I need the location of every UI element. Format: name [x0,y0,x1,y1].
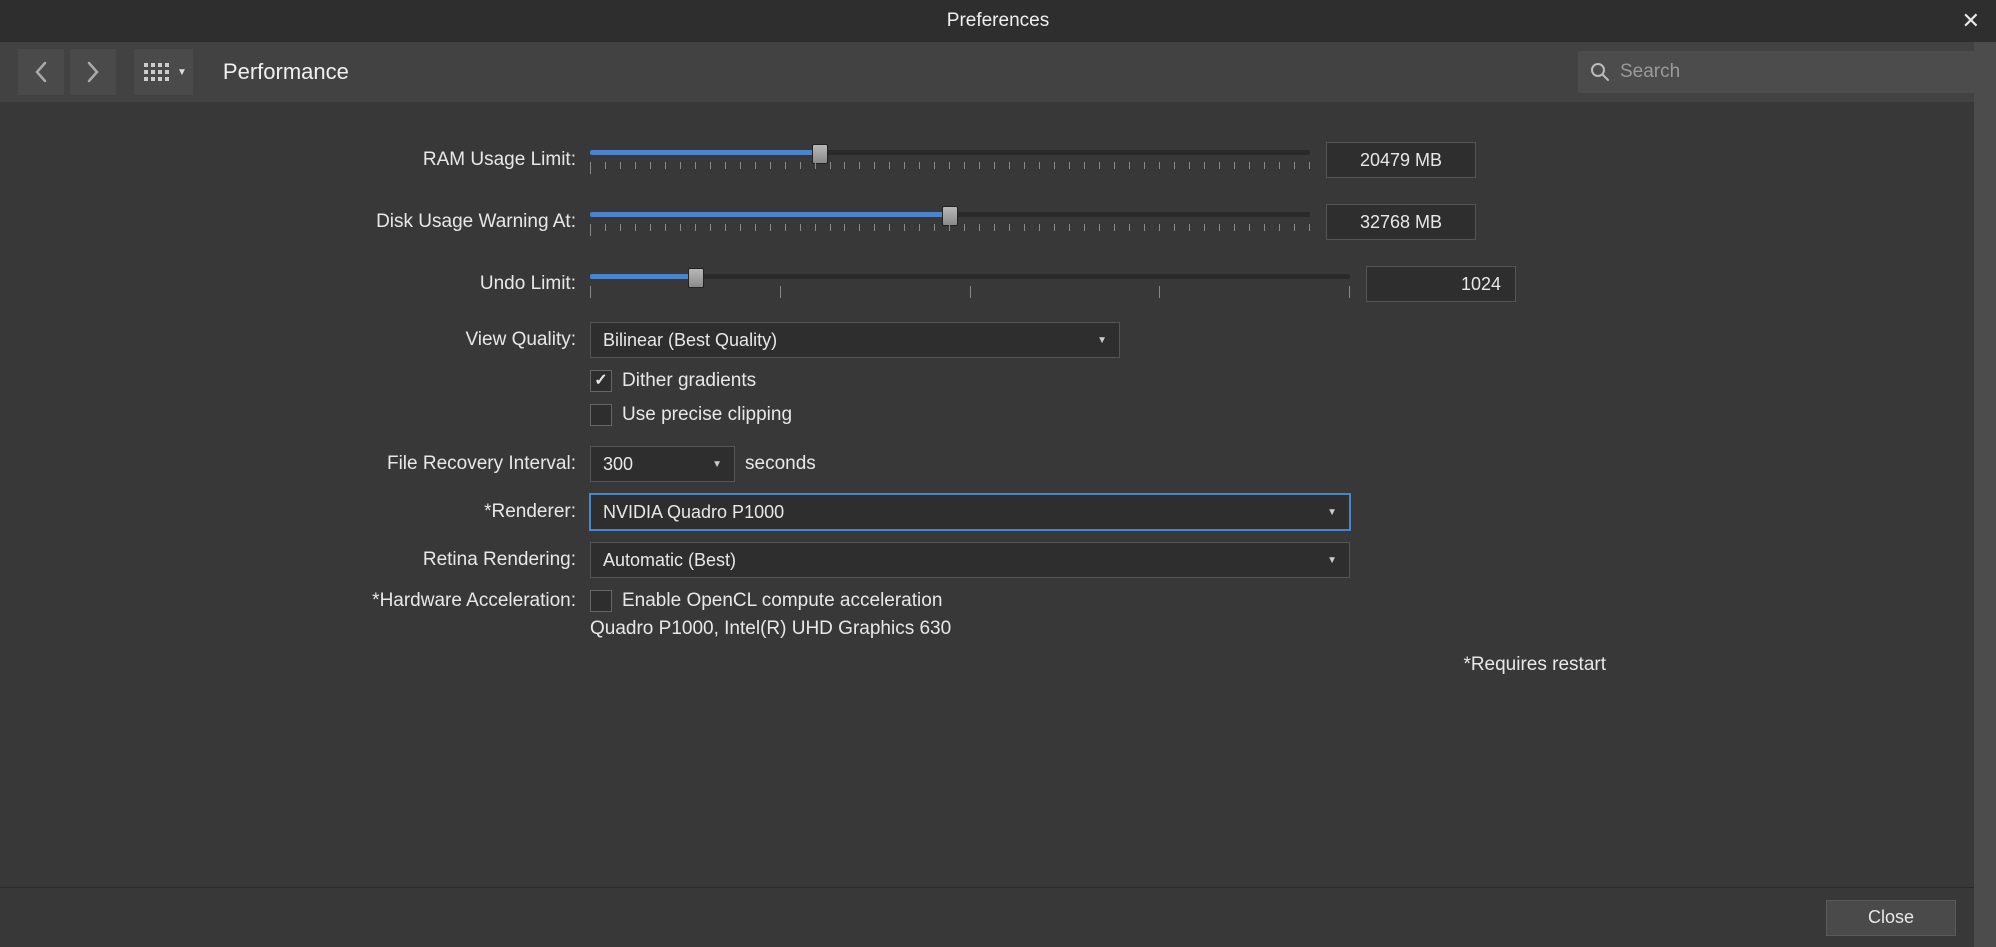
chevron-down-icon: ▼ [177,67,187,78]
slider-ticks [590,162,1310,174]
file-recovery-unit: seconds [745,453,816,475]
grid-menu-button[interactable]: ▼ [134,49,193,95]
close-button[interactable]: Close [1826,900,1956,936]
chevron-down-icon: ▼ [712,459,722,470]
view-quality-label: View Quality: [40,329,590,351]
titlebar: Preferences ✕ [0,0,1996,42]
undo-limit-value[interactable]: 1024 [1366,266,1516,302]
disk-warning-value[interactable]: 32768 MB [1326,204,1476,240]
dither-checkbox[interactable] [590,370,612,392]
file-recovery-dropdown[interactable]: 300 ▼ [590,446,735,482]
footer: Close [0,887,1996,947]
disk-warning-label: Disk Usage Warning At: [40,211,590,233]
search-box[interactable] [1578,51,1978,93]
chevron-down-icon: ▼ [1097,335,1107,346]
nav-forward-button[interactable] [70,49,116,95]
page-title: Performance [223,59,349,85]
precise-clipping-label: Use precise clipping [622,404,792,426]
search-icon [1590,62,1610,82]
file-recovery-label: File Recovery Interval: [40,453,590,475]
disk-warning-slider[interactable] [590,204,1310,240]
window-title: Preferences [947,10,1049,32]
retina-label: Retina Rendering: [40,549,590,571]
search-input[interactable] [1620,61,1966,83]
renderer-dropdown[interactable]: NVIDIA Quadro P1000 ▼ [590,494,1350,530]
hw-accel-checkbox-label: Enable OpenCL compute acceleration [622,590,942,612]
hw-accel-devices: Quadro P1000, Intel(R) UHD Graphics 630 [590,618,951,640]
undo-limit-label: Undo Limit: [40,273,590,295]
view-quality-dropdown[interactable]: Bilinear (Best Quality) ▼ [590,322,1120,358]
hw-accel-label: *Hardware Acceleration: [40,590,590,612]
dither-label: Dither gradients [622,370,756,392]
nav-back-button[interactable] [18,49,64,95]
undo-limit-slider[interactable] [590,266,1350,302]
precise-clipping-checkbox[interactable] [590,404,612,426]
ram-limit-slider[interactable] [590,142,1310,178]
toolbar: ▼ Performance [0,42,1996,102]
content: RAM Usage Limit: 20479 MB Disk Usage War… [0,102,1996,676]
retina-value: Automatic (Best) [603,550,736,571]
retina-dropdown[interactable]: Automatic (Best) ▼ [590,542,1350,578]
requires-restart-note: *Requires restart [40,654,1956,676]
slider-ticks [590,224,1310,236]
view-quality-value: Bilinear (Best Quality) [603,330,777,351]
renderer-value: NVIDIA Quadro P1000 [603,502,784,523]
ram-limit-value[interactable]: 20479 MB [1326,142,1476,178]
chevron-left-icon [34,61,48,83]
window-close-icon[interactable]: ✕ [1962,10,1980,32]
ram-limit-label: RAM Usage Limit: [40,149,590,171]
grid-icon [144,63,169,81]
chevron-down-icon: ▼ [1327,507,1337,518]
slider-ticks [590,286,1350,298]
chevron-right-icon [86,61,100,83]
renderer-label: *Renderer: [40,501,590,523]
file-recovery-value: 300 [603,454,633,475]
chevron-down-icon: ▼ [1327,555,1337,566]
hw-accel-checkbox[interactable] [590,590,612,612]
